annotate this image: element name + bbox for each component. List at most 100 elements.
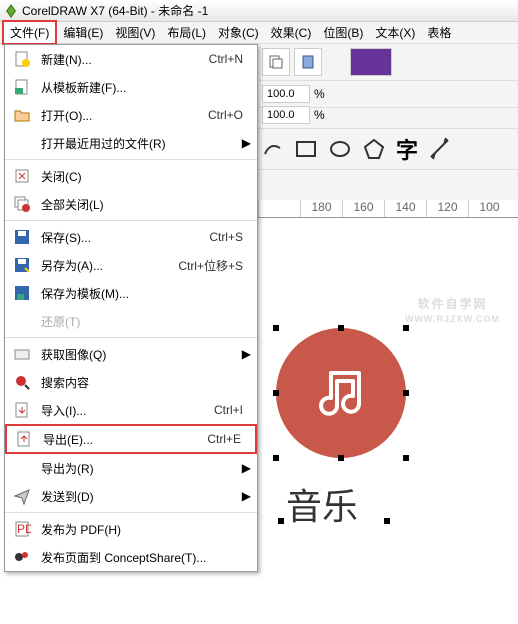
menu-label: 搜索内容	[41, 374, 251, 391]
menu-object[interactable]: 对象(C)	[212, 22, 265, 43]
menu-item[interactable]: 打开最近用过的文件(R)▶	[5, 129, 257, 157]
menu-table[interactable]: 表格	[421, 22, 457, 43]
fill-swatch[interactable]	[350, 48, 392, 76]
file-dropdown: 新建(N)...Ctrl+N从模板新建(F)...打开(O)...Ctrl+O打…	[4, 44, 258, 572]
menu-label: 发送到(D)	[41, 488, 251, 505]
selection-handle[interactable]	[403, 455, 409, 461]
selection-handle[interactable]	[273, 325, 279, 331]
open-icon	[11, 104, 33, 126]
rectangle-icon[interactable]	[294, 137, 318, 161]
text-tool-icon[interactable]: 字	[396, 133, 418, 165]
shortcut: Ctrl+N	[209, 52, 243, 66]
blank-icon	[11, 132, 33, 154]
menu-bitmap[interactable]: 位图(B)	[317, 22, 369, 43]
menu-label: 发布为 PDF(H)	[41, 521, 251, 538]
selection-handle[interactable]	[278, 518, 284, 524]
copy-icon[interactable]	[262, 48, 290, 76]
tpl-icon	[11, 76, 33, 98]
closeall-icon	[11, 193, 33, 215]
menu-label: 保存为模板(M)...	[41, 285, 251, 302]
menu-view[interactable]: 视图(V)	[109, 22, 161, 43]
menu-item[interactable]: 关闭(C)	[5, 162, 257, 190]
menu-item[interactable]: 从模板新建(F)...	[5, 73, 257, 101]
menu-item[interactable]: PDF发布为 PDF(H)	[5, 515, 257, 543]
menu-label: 保存(S)...	[41, 229, 209, 246]
new-icon	[11, 48, 33, 70]
menu-label: 导入(I)...	[41, 402, 214, 419]
dimension-icon[interactable]	[428, 137, 452, 161]
window-title: CorelDRAW X7 (64-Bit) - 未命名 -1	[22, 2, 208, 19]
menu-text[interactable]: 文本(X)	[369, 22, 421, 43]
menu-item[interactable]: 新建(N)...Ctrl+N	[5, 45, 257, 73]
menu-item[interactable]: 发布页面到 ConceptShare(T)...	[5, 543, 257, 571]
menu-label: 还原(T)	[41, 313, 251, 330]
acquire-icon	[11, 343, 33, 365]
selection-handle[interactable]	[338, 455, 344, 461]
saveas-icon	[11, 254, 33, 276]
canvas[interactable]: 软件自学网 WWW.RJZXW.COM 音乐	[258, 218, 518, 624]
menu-item[interactable]: 保存(S)...Ctrl+S	[5, 223, 257, 251]
menu-item[interactable]: 打开(O)...Ctrl+O	[5, 101, 257, 129]
shortcut: Ctrl+I	[214, 403, 243, 417]
menu-label: 关闭(C)	[41, 168, 251, 185]
scale-x-field[interactable]: 100.0	[262, 85, 310, 103]
scale-y-field[interactable]: 100.0	[262, 106, 310, 124]
shortcut: Ctrl+E	[207, 432, 241, 446]
titlebar: CorelDRAW X7 (64-Bit) - 未命名 -1	[0, 0, 518, 22]
menu-label: 新建(N)...	[41, 51, 209, 68]
savetpl-icon	[11, 282, 33, 304]
polygon-icon[interactable]	[362, 137, 386, 161]
paste-icon[interactable]	[294, 48, 322, 76]
menu-label: 打开最近用过的文件(R)	[41, 135, 251, 152]
selection-handle[interactable]	[403, 325, 409, 331]
menu-item[interactable]: 全部关闭(L)	[5, 190, 257, 218]
menu-item[interactable]: 保存为模板(M)...	[5, 279, 257, 307]
menu-item[interactable]: 还原(T)	[5, 307, 257, 335]
selection-handle[interactable]	[403, 390, 409, 396]
music-note-icon	[306, 358, 376, 428]
submenu-arrow-icon: ▶	[242, 136, 251, 150]
music-text[interactable]: 音乐	[286, 478, 358, 530]
toolbar-area: 100.0 % 100.0 % 字	[258, 44, 518, 204]
menu-item[interactable]: 导入(I)...Ctrl+I	[5, 396, 257, 424]
menu-effect[interactable]: 效果(C)	[265, 22, 318, 43]
menu-item[interactable]: 另存为(A)...Ctrl+位移+S	[5, 251, 257, 279]
freehand-icon[interactable]	[262, 138, 284, 160]
menu-item[interactable]: 导出(E)...Ctrl+E	[5, 424, 257, 454]
menu-label: 全部关闭(L)	[41, 196, 251, 213]
percent-icon: %	[314, 87, 325, 101]
menu-item[interactable]: 导出为(R)▶	[5, 454, 257, 482]
menu-label: 从模板新建(F)...	[41, 79, 251, 96]
menu-layout[interactable]: 布局(L)	[161, 22, 212, 43]
close-icon	[11, 165, 33, 187]
menu-item[interactable]: 发送到(D)▶	[5, 482, 257, 510]
menu-label: 获取图像(Q)	[41, 346, 251, 363]
watermark: 软件自学网 WWW.RJZXW.COM	[405, 288, 500, 324]
selection-handle[interactable]	[384, 518, 390, 524]
submenu-arrow-icon: ▶	[242, 347, 251, 361]
selection-handle[interactable]	[273, 390, 279, 396]
menu-item[interactable]: 搜索内容	[5, 368, 257, 396]
shortcut: Ctrl+O	[208, 108, 243, 122]
shortcut: Ctrl+位移+S	[178, 257, 243, 274]
percent-icon: %	[314, 108, 325, 122]
music-circle[interactable]	[276, 328, 406, 458]
concept-icon	[11, 546, 33, 568]
ruler: 180 160 140 120 100	[258, 200, 518, 218]
save-icon	[11, 226, 33, 248]
search-icon	[11, 371, 33, 393]
menu-edit[interactable]: 编辑(E)	[57, 22, 109, 43]
blank-icon	[11, 457, 33, 479]
menu-label: 另存为(A)...	[41, 257, 178, 274]
export-icon	[13, 428, 35, 450]
selection-handle[interactable]	[273, 455, 279, 461]
menu-label: 导出(E)...	[43, 431, 207, 448]
menubar: 文件(F) 编辑(E) 视图(V) 布局(L) 对象(C) 效果(C) 位图(B…	[0, 22, 518, 44]
selection-handle[interactable]	[338, 325, 344, 331]
menu-file[interactable]: 文件(F)	[2, 20, 57, 45]
ellipse-icon[interactable]	[328, 137, 352, 161]
shortcut: Ctrl+S	[209, 230, 243, 244]
menu-item[interactable]: 获取图像(Q)▶	[5, 340, 257, 368]
menu-label: 打开(O)...	[41, 107, 208, 124]
app-icon	[4, 4, 18, 18]
